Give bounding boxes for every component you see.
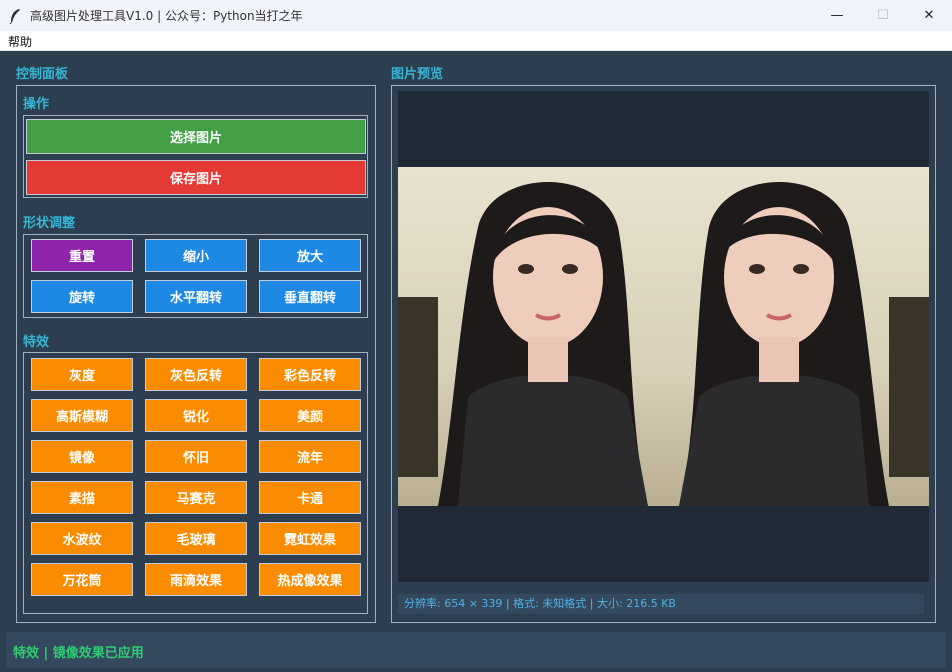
effect-nostalgia-button[interactable]: 怀旧: [145, 440, 247, 473]
effect-mosaic-button[interactable]: 马赛克: [145, 481, 247, 514]
effect-gray-invert-button[interactable]: 灰色反转: [145, 358, 247, 391]
preview-image: [398, 167, 929, 506]
preview-title: 图片预览: [391, 67, 444, 82]
menu-help[interactable]: 帮助: [8, 33, 32, 50]
window-title: 高级图片处理工具V1.0 | 公众号：Python当打之年: [30, 9, 303, 23]
window-titlebar: 高级图片处理工具V1.0 | 公众号：Python当打之年 — ☐ ✕: [0, 0, 952, 31]
effect-cartoon-button[interactable]: 卡通: [259, 481, 361, 514]
rotate-button[interactable]: 旋转: [31, 280, 133, 313]
shrink-button[interactable]: 缩小: [145, 239, 247, 272]
save-image-button[interactable]: 保存图片: [26, 160, 366, 195]
reset-button[interactable]: 重置: [31, 239, 133, 272]
menu-bar: 帮助: [0, 31, 952, 51]
control-panel-title: 控制面板: [16, 67, 69, 82]
select-image-button[interactable]: 选择图片: [26, 119, 366, 154]
window-controls: — ☐ ✕: [814, 0, 952, 31]
effect-color-invert-button[interactable]: 彩色反转: [259, 358, 361, 391]
effect-kaleidoscope-button[interactable]: 万花筒: [31, 563, 133, 596]
effect-raindrop-button[interactable]: 雨滴效果: [145, 563, 247, 596]
effect-grayscale-button[interactable]: 灰度: [31, 358, 133, 391]
effect-neon-button[interactable]: 霓虹效果: [259, 522, 361, 555]
effect-thermal-button[interactable]: 热成像效果: [259, 563, 361, 596]
close-button[interactable]: ✕: [906, 0, 952, 31]
flip-horizontal-button[interactable]: 水平翻转: [145, 280, 247, 313]
image-info: 分辨率: 654 × 339 | 格式: 未知格式 | 大小: 216.5 KB: [398, 594, 924, 614]
effect-gaussian-blur-button[interactable]: 高斯模糊: [31, 399, 133, 432]
flip-vertical-button[interactable]: 垂直翻转: [259, 280, 361, 313]
effect-sketch-button[interactable]: 素描: [31, 481, 133, 514]
minimize-button[interactable]: —: [814, 0, 860, 31]
effect-frosted-glass-button[interactable]: 毛玻璃: [145, 522, 247, 555]
status-text: 特效 | 镜像效果已应用: [13, 646, 144, 661]
maximize-button[interactable]: ☐: [860, 0, 906, 31]
effects-title: 特效: [23, 335, 50, 350]
enlarge-button[interactable]: 放大: [259, 239, 361, 272]
effect-sharpen-button[interactable]: 锐化: [145, 399, 247, 432]
effect-mirror-button[interactable]: 镜像: [31, 440, 133, 473]
feather-icon: [0, 0, 30, 31]
operations-title: 操作: [23, 97, 50, 112]
effect-fleeting-years-button[interactable]: 流年: [259, 440, 361, 473]
shape-title: 形状调整: [23, 216, 76, 231]
effect-water-ripple-button[interactable]: 水波纹: [31, 522, 133, 555]
status-bar: 特效 | 镜像效果已应用: [6, 632, 946, 668]
effect-beautify-button[interactable]: 美颜: [259, 399, 361, 432]
